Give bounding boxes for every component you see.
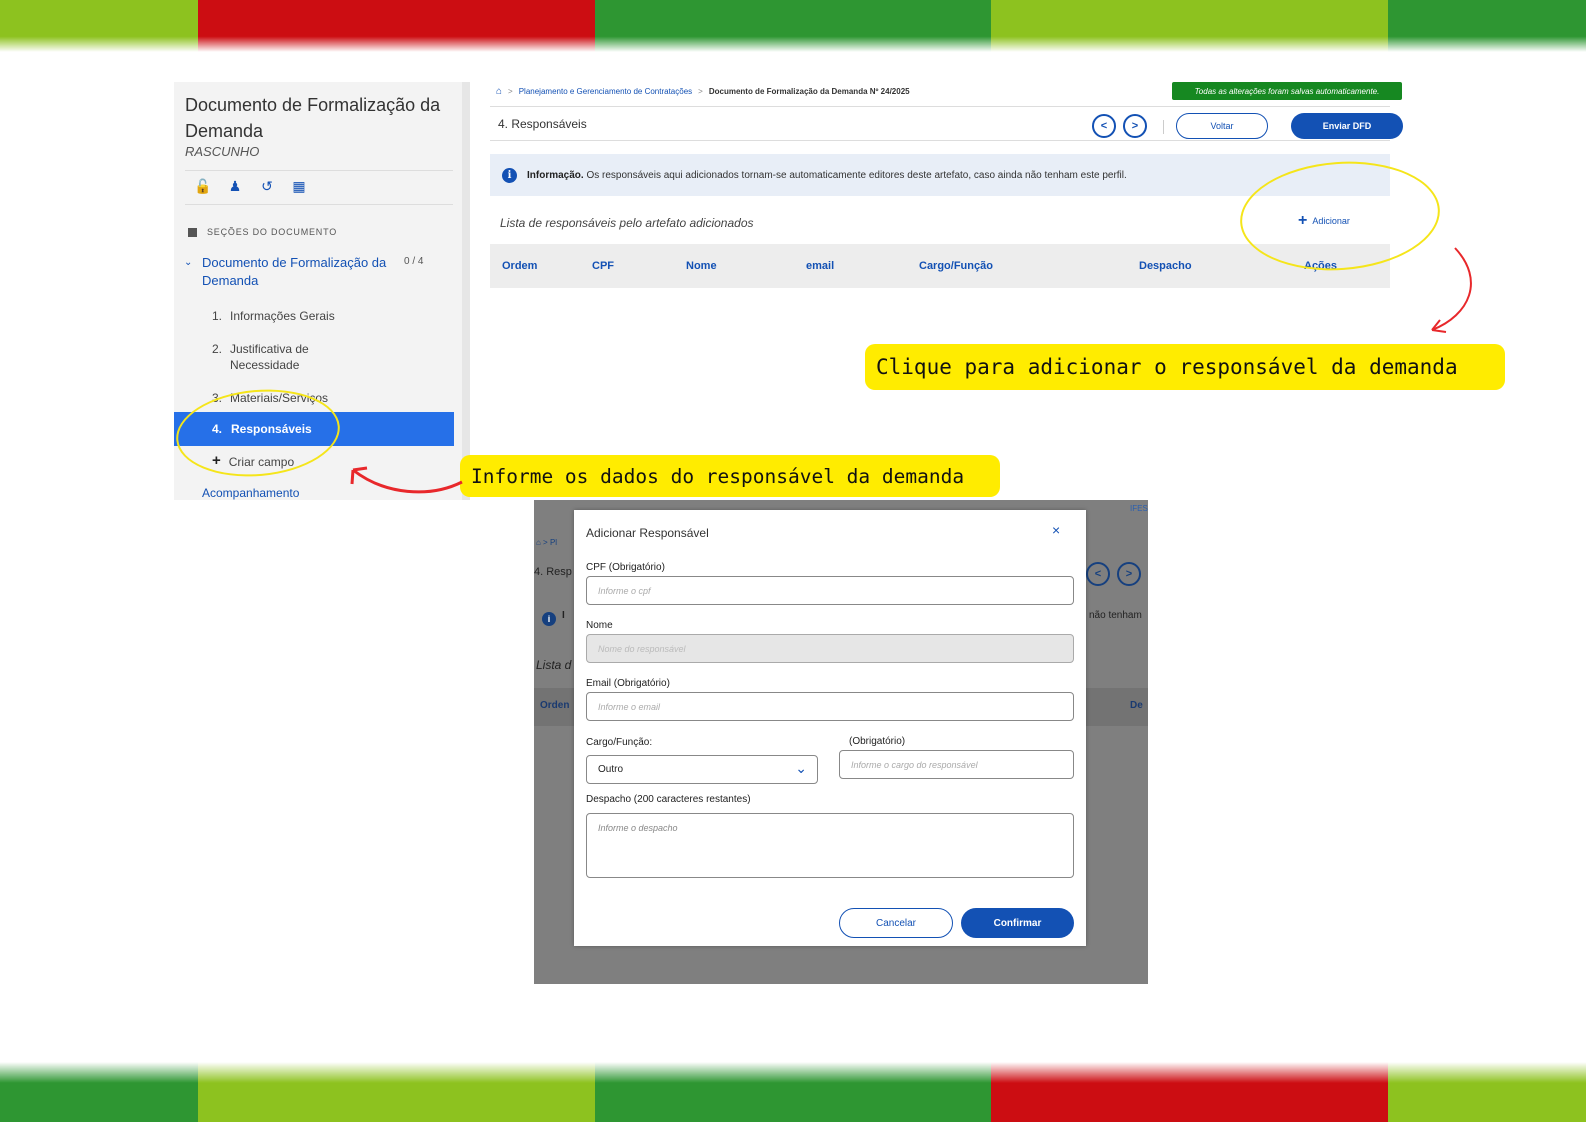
- table-header: Ordem CPF Nome email Cargo/Função Despac…: [490, 244, 1390, 288]
- callout-fill: Informe os dados do responsável da deman…: [460, 455, 1000, 497]
- column-header: CPF: [592, 260, 614, 272]
- info-icon: i: [542, 612, 556, 626]
- previous-section-button[interactable]: <: [1092, 114, 1116, 138]
- add-responsavel-modal: Adicionar Responsável × CPF (Obrigatório…: [574, 510, 1086, 946]
- column-header: Cargo/Função: [919, 260, 993, 272]
- cargo-other-label: (Obrigatório): [849, 736, 906, 747]
- cargo-other-input[interactable]: Informe o cargo do responsável: [839, 750, 1074, 779]
- info-alert: i Informação. Os responsáveis aqui adici…: [490, 154, 1390, 196]
- collapse-square-icon[interactable]: [188, 227, 197, 237]
- close-icon[interactable]: ×: [1052, 522, 1060, 538]
- breadcrumb-link[interactable]: Planejamento e Gerenciamento de Contrata…: [519, 87, 692, 96]
- despacho-label: Despacho (200 caracteres restantes): [586, 794, 751, 805]
- breadcrumb-current: Documento de Formalização da Demanda Nº …: [708, 87, 910, 96]
- chevron-down-icon[interactable]: ⌄: [184, 254, 202, 290]
- modal-title: Adicionar Responsável: [586, 526, 709, 540]
- divider: [185, 170, 453, 171]
- breadcrumb: ⌂ > Planejamento e Gerenciamento de Cont…: [496, 86, 910, 97]
- background-info-text: não tenham: [1089, 610, 1142, 621]
- email-label: Email (Obrigatório): [586, 678, 670, 689]
- sidebar-toolbar: 🔓 ♟ ↺ ▦: [194, 178, 308, 195]
- section-title: 4. Responsáveis: [498, 117, 587, 131]
- chevron-right-icon: >: [508, 87, 513, 96]
- nome-label: Nome: [586, 620, 613, 631]
- column-header: Nome: [686, 260, 717, 272]
- divider: [185, 204, 453, 205]
- cargo-label: Cargo/Função:: [586, 737, 653, 748]
- document-title: Documento de Formalização da Demanda: [185, 95, 441, 141]
- background-column-header: De: [1130, 700, 1143, 711]
- chevron-down-icon: ⌄: [795, 760, 807, 776]
- callout-add: Clique para adicionar o responsável da d…: [865, 344, 1505, 390]
- sidebar-item-justificativa[interactable]: 2. Justificativa de Necessidade: [212, 341, 322, 373]
- autosave-notice: Todas as alterações foram salvas automat…: [1172, 82, 1402, 100]
- divider: [490, 106, 1390, 107]
- chevron-right-icon: >: [698, 87, 703, 96]
- enviar-dfd-button[interactable]: Enviar DFD: [1291, 113, 1403, 139]
- background-corner-label: IFES: [1130, 504, 1148, 513]
- email-input[interactable]: Informe o email: [586, 692, 1074, 721]
- cargo-select[interactable]: Outro ⌄: [586, 755, 818, 784]
- chevron-right-icon: >: [1117, 562, 1141, 586]
- column-header: email: [806, 260, 835, 272]
- bottom-decor-stripe: [0, 1062, 1586, 1122]
- top-decor-stripe: [0, 0, 1586, 52]
- divider: [490, 140, 1390, 141]
- despacho-textarea[interactable]: Informe o despacho: [586, 813, 1074, 878]
- next-section-button[interactable]: >: [1123, 114, 1147, 138]
- document-icon[interactable]: ▦: [290, 178, 308, 195]
- users-icon[interactable]: ♟: [226, 178, 244, 195]
- document-tree-label[interactable]: Documento de Formalização da Demanda: [202, 254, 392, 290]
- background-list-title: Lista d: [536, 658, 572, 672]
- cpf-label: CPF (Obrigatório): [586, 562, 665, 573]
- cancel-button[interactable]: Cancelar: [839, 908, 953, 938]
- info-text: Os responsáveis aqui adicionados tornam-…: [586, 169, 1127, 181]
- info-label: Informação.: [527, 169, 584, 181]
- home-icon[interactable]: ⌂: [496, 86, 502, 97]
- voltar-button[interactable]: Voltar: [1176, 113, 1268, 139]
- background-section-title: 4. Resp: [534, 566, 572, 578]
- chevron-right-icon: >: [1131, 120, 1139, 132]
- modal-screenshot: IFES ⌂ > Pl 4. Resp < > i I não tenham L…: [534, 500, 1148, 984]
- home-icon: ⌂ > Pl: [536, 538, 558, 547]
- document-tree-root[interactable]: ⌄ Documento de Formalização da Demanda 0…: [184, 254, 444, 290]
- sidebar-item-informacoes-gerais[interactable]: 1. Informações Gerais: [212, 308, 335, 324]
- confirm-button[interactable]: Confirmar: [961, 908, 1074, 938]
- history-icon[interactable]: ↺: [258, 178, 276, 195]
- chevron-left-icon: <: [1086, 562, 1110, 586]
- arrow-to-add-callout: [1431, 247, 1472, 331]
- divider: [1163, 120, 1164, 134]
- tutorial-page: Documento de Formalização da Demanda RAS…: [0, 0, 1586, 1122]
- background-info-label: I: [562, 610, 565, 621]
- chevron-left-icon: <: [1100, 120, 1108, 132]
- nome-input: Nome do responsável: [586, 634, 1074, 663]
- list-title: Lista de responsáveis pelo artefato adic…: [500, 216, 754, 230]
- background-column-header: Orden: [540, 700, 570, 711]
- cpf-input[interactable]: Informe o cpf: [586, 576, 1074, 605]
- column-header: Despacho: [1139, 260, 1192, 272]
- lock-icon[interactable]: 🔓: [194, 178, 212, 195]
- document-status: RASCUNHO: [185, 144, 260, 159]
- sections-count: 0 / 4: [404, 256, 424, 267]
- sidebar-item-acompanhamento[interactable]: Acompanhamento: [202, 486, 299, 500]
- column-header: Ordem: [502, 260, 538, 272]
- sections-header: SEÇÕES DO DOCUMENTO: [188, 227, 337, 237]
- info-icon: i: [502, 167, 517, 183]
